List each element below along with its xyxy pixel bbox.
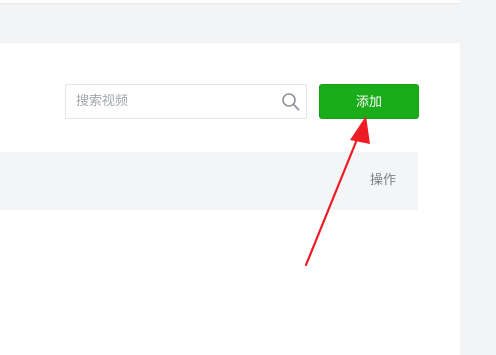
table-header: 操作 [0,152,418,210]
divider [0,3,460,4]
search-input[interactable] [76,85,272,118]
search-box[interactable] [65,84,307,119]
search-icon[interactable] [281,92,301,112]
page: 添加 操作 [0,0,496,355]
column-header-actions: 操作 [370,173,397,188]
add-button[interactable]: 添加 [319,84,419,119]
